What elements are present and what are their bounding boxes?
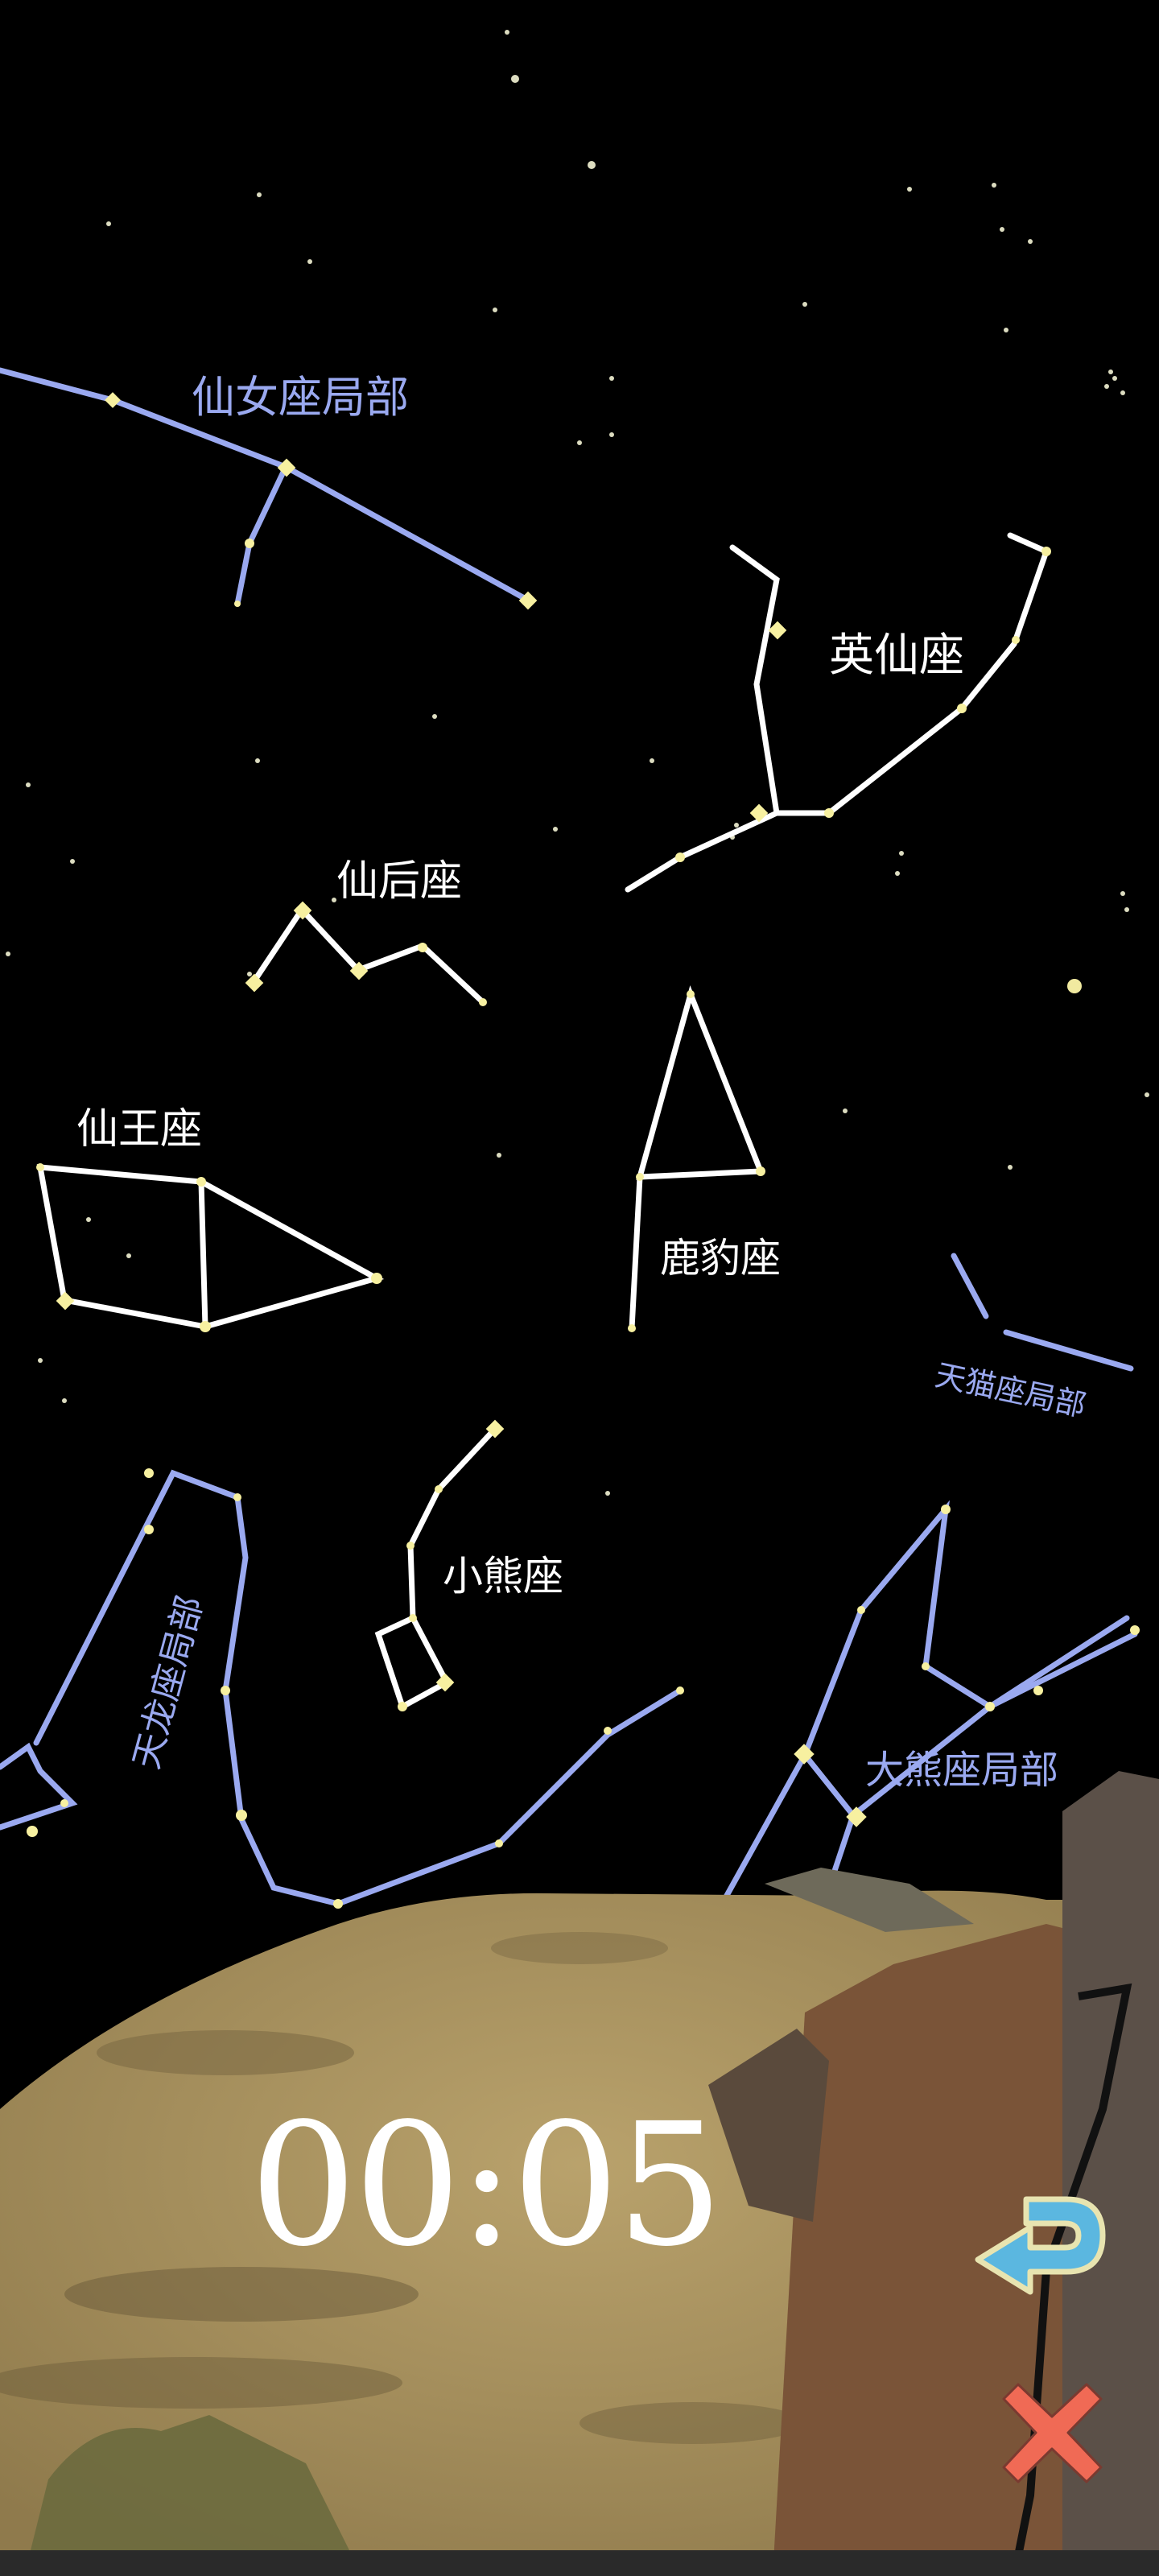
background-stars bbox=[6, 30, 1149, 1496]
label-camelopardalis: 鹿豹座 bbox=[660, 1235, 781, 1282]
label-ursa-major: 大熊座局部 bbox=[865, 1748, 1058, 1793]
undo-arrow-icon bbox=[975, 2196, 1106, 2295]
label-perseus: 英仙座 bbox=[829, 630, 964, 682]
undo-button[interactable] bbox=[970, 2183, 1111, 2304]
label-cepheus: 仙王座 bbox=[76, 1105, 202, 1154]
countdown-timer: 00:05 bbox=[250, 2087, 724, 2284]
label-cassiopeia: 仙后座 bbox=[336, 857, 462, 906]
label-ursa-minor: 小熊座 bbox=[443, 1553, 563, 1600]
label-andromeda: 仙女座局部 bbox=[192, 372, 409, 423]
bottom-bar bbox=[0, 2550, 1159, 2576]
close-button[interactable] bbox=[994, 2375, 1111, 2491]
label-lynx: 天猫座局部 bbox=[932, 1357, 1089, 1424]
close-x-icon bbox=[1002, 2383, 1103, 2483]
label-draco: 天龙座局部 bbox=[126, 1591, 211, 1773]
